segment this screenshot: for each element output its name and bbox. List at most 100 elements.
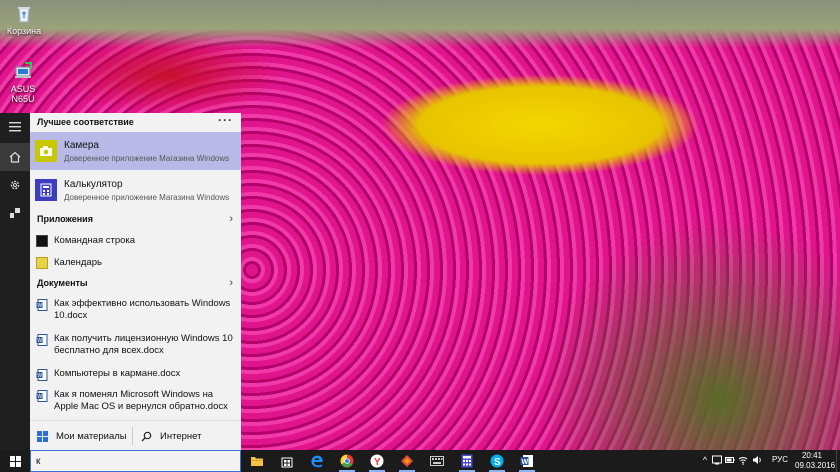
recycle-bin-icon — [18, 7, 30, 23]
feedback-button[interactable] — [0, 199, 30, 227]
volume-icon[interactable] — [752, 455, 762, 465]
wallpaper-sky — [0, 0, 840, 48]
word-document-icon: W — [36, 390, 48, 402]
feedback-icon — [10, 208, 20, 218]
computer-icon — [15, 62, 32, 78]
file-explorer-icon — [251, 457, 263, 466]
gear-icon — [10, 180, 20, 190]
taskbar-store[interactable] — [278, 452, 296, 470]
battery-icon[interactable] — [725, 455, 735, 465]
apps-heading[interactable]: Приложения › — [30, 210, 241, 228]
svg-text:W: W — [37, 338, 42, 344]
hamburger-icon — [9, 122, 21, 132]
tab-web[interactable]: Интернет — [134, 421, 241, 451]
taskbar-skype[interactable]: S — [488, 452, 506, 472]
app-item-label: Календарь — [54, 257, 102, 268]
app-item-label: Командная строка — [54, 235, 136, 246]
wifi-icon[interactable] — [738, 455, 748, 465]
desktop-icon-computer[interactable]: ASUS N65U — [0, 62, 48, 104]
hamburger-button[interactable] — [0, 113, 30, 141]
store-icon — [281, 457, 293, 468]
document-item[interactable]: W Компьютеры в кармане.docx — [30, 368, 241, 382]
tab-divider — [132, 427, 133, 445]
clock-date: 09.03.2016 — [795, 461, 836, 470]
app-item-cmd[interactable]: Командная строка — [30, 234, 241, 248]
clock[interactable]: 20:41 09.03.2016 — [795, 451, 836, 471]
svg-text:W: W — [37, 303, 42, 309]
search-input[interactable] — [36, 454, 236, 468]
taskbar-calculator[interactable] — [458, 452, 476, 472]
svg-text:W: W — [37, 394, 42, 400]
chevron-up-icon[interactable]: ^ — [700, 455, 710, 465]
document-label: Как я поменял Microsoft Windows на Apple… — [54, 389, 228, 412]
word-icon: W — [520, 455, 533, 467]
taskbar-keyboard[interactable] — [428, 452, 446, 470]
action-center-icon[interactable] — [712, 455, 722, 465]
taskbar: Y S W ^ РУС 20:41 09.03.2016 — [0, 450, 840, 472]
settings-button[interactable] — [0, 171, 30, 199]
svg-text:Y: Y — [374, 457, 381, 468]
language-indicator[interactable]: РУС — [772, 455, 788, 464]
home-button[interactable] — [0, 143, 30, 171]
document-item[interactable]: W Как получить лицензионную Windows 10 б… — [30, 333, 241, 359]
taskbar-word[interactable]: W — [518, 452, 536, 472]
windows-logo-icon — [9, 455, 21, 467]
more-options-button[interactable]: ··· — [218, 111, 233, 129]
best-match-heading: Лучшее соответствие ··· — [30, 113, 241, 131]
start-menu: Лучшее соответствие ··· Камера Доверенно… — [0, 113, 241, 450]
taskbar-app[interactable] — [398, 452, 416, 472]
chrome-icon — [340, 454, 354, 468]
tab-my-stuff[interactable]: Мои материалы — [30, 421, 131, 451]
show-desktop-button[interactable] — [836, 450, 840, 472]
start-button[interactable] — [0, 450, 30, 472]
clock-time: 20:41 — [801, 451, 823, 460]
taskbar-yandex-browser[interactable]: Y — [368, 452, 386, 472]
document-label: Как эффективно использовать Windows 10.d… — [54, 298, 231, 321]
app-item-calendar[interactable]: Календарь — [30, 256, 241, 270]
desktop-icon-recycle-bin[interactable]: Корзина — [0, 4, 49, 36]
best-match-item-calculator[interactable]: Калькулятор Доверенное приложение Магази… — [30, 171, 241, 209]
taskbar-file-explorer[interactable] — [248, 452, 266, 470]
search-results-panel: Лучшее соответствие ··· Камера Доверенно… — [30, 113, 241, 450]
calendar-icon — [36, 257, 48, 269]
document-label: Компьютеры в кармане.docx — [54, 368, 181, 379]
svg-text:W: W — [522, 459, 529, 466]
documents-heading[interactable]: Документы › — [30, 274, 241, 292]
windows-logo-icon — [36, 430, 48, 442]
svg-text:W: W — [37, 373, 42, 379]
taskbar-search-box[interactable] — [30, 450, 241, 472]
chevron-right-icon: › — [229, 213, 233, 225]
skype-icon: S — [490, 454, 504, 468]
calculator-icon — [35, 179, 57, 201]
best-match-item-camera[interactable]: Камера Доверенное приложение Магазина Wi… — [30, 132, 241, 170]
word-document-icon: W — [36, 369, 48, 381]
keyboard-icon — [430, 456, 444, 466]
word-document-icon: W — [36, 334, 48, 346]
camera-icon — [35, 140, 57, 162]
word-document-icon: W — [36, 299, 48, 311]
taskbar-edge[interactable] — [308, 452, 326, 470]
document-item[interactable]: W Как я поменял Microsoft Windows на App… — [30, 389, 241, 415]
document-label: Как получить лицензионную Windows 10 бес… — [54, 333, 233, 356]
svg-text:S: S — [494, 457, 501, 468]
home-icon — [9, 151, 21, 163]
chevron-right-icon: › — [229, 277, 233, 289]
apps-heading-label: Приложения — [37, 214, 93, 224]
desktop-icon-label: Корзина — [6, 26, 42, 36]
documents-heading-label: Документы — [37, 278, 88, 288]
tab-web-label: Интернет — [160, 430, 202, 442]
tab-my-stuff-label: Мои материалы — [56, 430, 127, 442]
taskbar-chrome[interactable] — [338, 452, 356, 472]
best-match-heading-label: Лучшее соответствие — [37, 117, 134, 127]
search-icon — [140, 430, 152, 442]
calculator-taskbar-icon — [461, 454, 473, 468]
desktop-icon-label: ASUS N65U — [10, 84, 36, 104]
yandex-browser-icon: Y — [370, 454, 384, 468]
best-match-subtitle: Доверенное приложение Магазина Windows — [64, 154, 230, 163]
best-match-title: Калькулятор — [64, 179, 123, 190]
search-scope-tabs: Мои материалы Интернет — [30, 420, 241, 450]
start-rail — [0, 113, 30, 450]
document-item[interactable]: W Как эффективно использовать Windows 10… — [30, 298, 241, 324]
cmd-icon — [36, 235, 48, 247]
edge-icon — [311, 455, 323, 468]
